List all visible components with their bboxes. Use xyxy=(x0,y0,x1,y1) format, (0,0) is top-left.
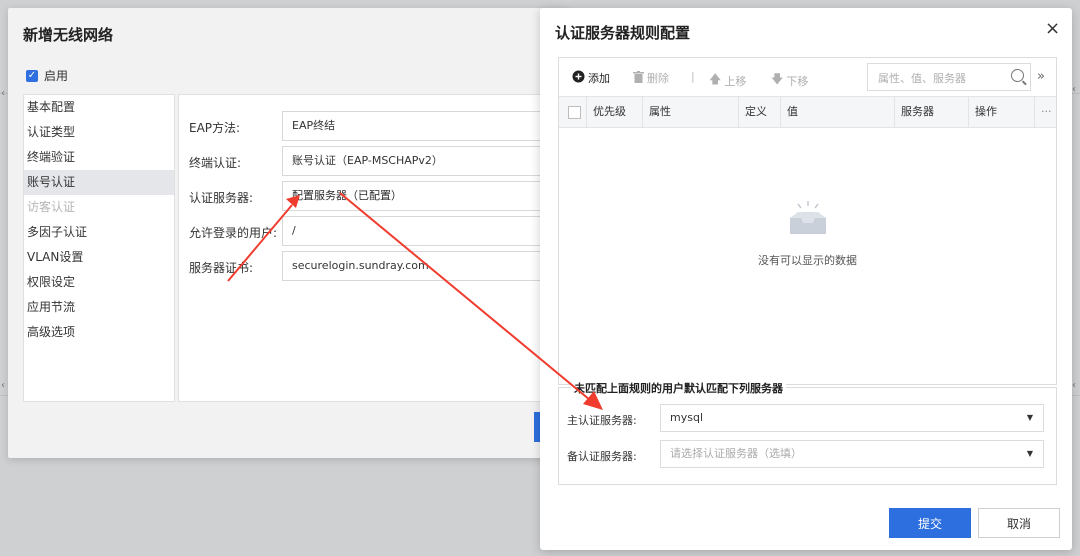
nav-item[interactable]: 认证类型 xyxy=(24,120,174,145)
nav-item[interactable]: 多因子认证 xyxy=(24,220,174,245)
nav-item[interactable]: 高级选项 xyxy=(24,320,174,345)
nav-item: 访客认证 xyxy=(27,200,76,214)
enable-label: 启用 xyxy=(44,69,69,83)
search-input[interactable] xyxy=(876,65,1000,91)
double-chevron-right-icon[interactable]: » xyxy=(1037,69,1045,84)
primary-server-value: mysql xyxy=(670,411,703,424)
arrow-down-icon: 🡇 xyxy=(771,72,784,86)
nav-item[interactable]: VLAN设置 xyxy=(24,245,174,270)
nav-item[interactable]: 权限设定 xyxy=(24,270,174,295)
terminal-auth-field[interactable]: 账号认证（EAP-MSCHAPv2） xyxy=(282,146,572,176)
auth-server-rules-dialog: 认证服务器规则配置 × 添加 删除 | 🡅 上移 🡇 下移 属性、值、服务器 »… xyxy=(540,8,1072,550)
chevron-left-icon: ‹ xyxy=(1,380,5,391)
column-header[interactable]: 优先级 xyxy=(586,97,642,127)
nav-item[interactable]: 应用节流 xyxy=(24,295,174,320)
enable-toggle[interactable]: ✓ 启用 xyxy=(26,67,68,84)
move-up-label: 上移 xyxy=(724,74,747,88)
check-icon[interactable]: ✓ xyxy=(26,69,38,82)
move-up-button[interactable]: 🡅 上移 xyxy=(709,70,746,91)
rules-table-panel: 添加 删除 | 🡅 上移 🡇 下移 » xyxy=(558,57,1057,385)
column-header[interactable]: 服务器 xyxy=(894,97,968,127)
chevron-left-icon: ‹ xyxy=(1,88,5,99)
column-header[interactable]: 值 xyxy=(780,97,894,127)
empty-state: 没有可以显示的数据 xyxy=(559,198,1056,268)
dialog-title: 新增无线网络 xyxy=(23,26,114,44)
primary-server-select[interactable]: mysql ▼ xyxy=(660,404,1044,432)
section-legend: 未匹配上面规则的用户默认匹配下列服务器 xyxy=(571,380,786,396)
dialog-title: 认证服务器规则配置 xyxy=(555,24,691,42)
auth-server-label: 认证服务器: xyxy=(189,191,254,205)
search-icon[interactable] xyxy=(1011,69,1024,82)
backup-server-select[interactable]: 请选择认证服务器（选填） ▼ xyxy=(660,440,1044,468)
cancel-button[interactable]: 取消 xyxy=(978,508,1060,538)
chevron-icon: ‹ xyxy=(1072,380,1076,391)
table-toolbar: 添加 删除 | 🡅 上移 🡇 下移 » xyxy=(559,58,1056,96)
eap-method-label: EAP方法: xyxy=(189,121,241,135)
configure-server-link[interactable]: 配置服务器（已配置） xyxy=(282,181,572,211)
move-down-button[interactable]: 🡇 下移 xyxy=(771,70,808,91)
plus-circle-icon xyxy=(572,70,585,86)
column-header[interactable]: 属性 xyxy=(642,97,738,127)
delete-label: 删除 xyxy=(647,72,669,85)
terminal-auth-label: 终端认证: xyxy=(189,156,242,170)
close-icon[interactable]: × xyxy=(1045,18,1060,39)
nav-item[interactable]: 基本配置 xyxy=(24,95,174,120)
allowed-users-field[interactable]: / xyxy=(282,216,572,246)
chevron-icon: ‹ xyxy=(1072,84,1076,95)
empty-message: 没有可以显示的数据 xyxy=(758,254,857,267)
nav-item[interactable]: 终端验证 xyxy=(24,145,174,170)
caret-down-icon: ▼ xyxy=(1026,449,1033,458)
trash-icon xyxy=(633,70,644,86)
add-button[interactable]: 添加 xyxy=(572,70,610,86)
nav-item[interactable]: 账号认证 xyxy=(24,170,174,195)
delete-button[interactable]: 删除 xyxy=(633,70,669,86)
server-cert-label: 服务器证书: xyxy=(189,261,254,275)
add-label: 添加 xyxy=(588,72,610,85)
backup-server-label: 备认证服务器: xyxy=(567,450,637,463)
eap-method-field[interactable]: EAP终结 xyxy=(282,111,572,141)
column-options-icon[interactable]: ··· xyxy=(1034,97,1056,127)
column-header[interactable]: 定义 xyxy=(738,97,780,127)
table-header: 优先级 属性 定义 值 服务器 操作 ··· xyxy=(559,96,1056,128)
account-auth-form: EAP方法: EAP终结 终端认证: 账号认证（EAP-MSCHAPv2） 认证… xyxy=(178,94,572,402)
primary-server-label: 主认证服务器: xyxy=(567,414,637,427)
toolbar-separator: | xyxy=(691,70,695,83)
column-header[interactable]: 操作 xyxy=(968,97,1034,127)
empty-inbox-icon xyxy=(784,198,832,238)
search-box xyxy=(867,63,1031,91)
backup-server-placeholder: 请选择认证服务器（选填） xyxy=(670,447,802,460)
new-wireless-network-dialog: 新增无线网络 ✓ 启用 基本配置 认证类型 终端验证 账号认证访客认证多因子认证 VLA… xyxy=(8,8,572,458)
move-down-label: 下移 xyxy=(786,74,809,88)
allowed-users-label: 允许登录的用户: xyxy=(189,226,278,240)
default-server-section: 未匹配上面规则的用户默认匹配下列服务器 主认证服务器: mysql ▼ 备认证服… xyxy=(558,380,1057,485)
arrow-up-icon: 🡅 xyxy=(709,72,722,86)
caret-down-icon: ▼ xyxy=(1026,413,1033,422)
server-cert-field[interactable]: securelogin.sundray.com xyxy=(282,251,572,281)
config-nav: 基本配置 认证类型 终端验证 账号认证访客认证多因子认证 VLAN设置 权限设定 应用节流高… xyxy=(23,94,175,402)
submit-button[interactable]: 提交 xyxy=(889,508,971,538)
select-all-checkbox[interactable] xyxy=(568,106,581,119)
